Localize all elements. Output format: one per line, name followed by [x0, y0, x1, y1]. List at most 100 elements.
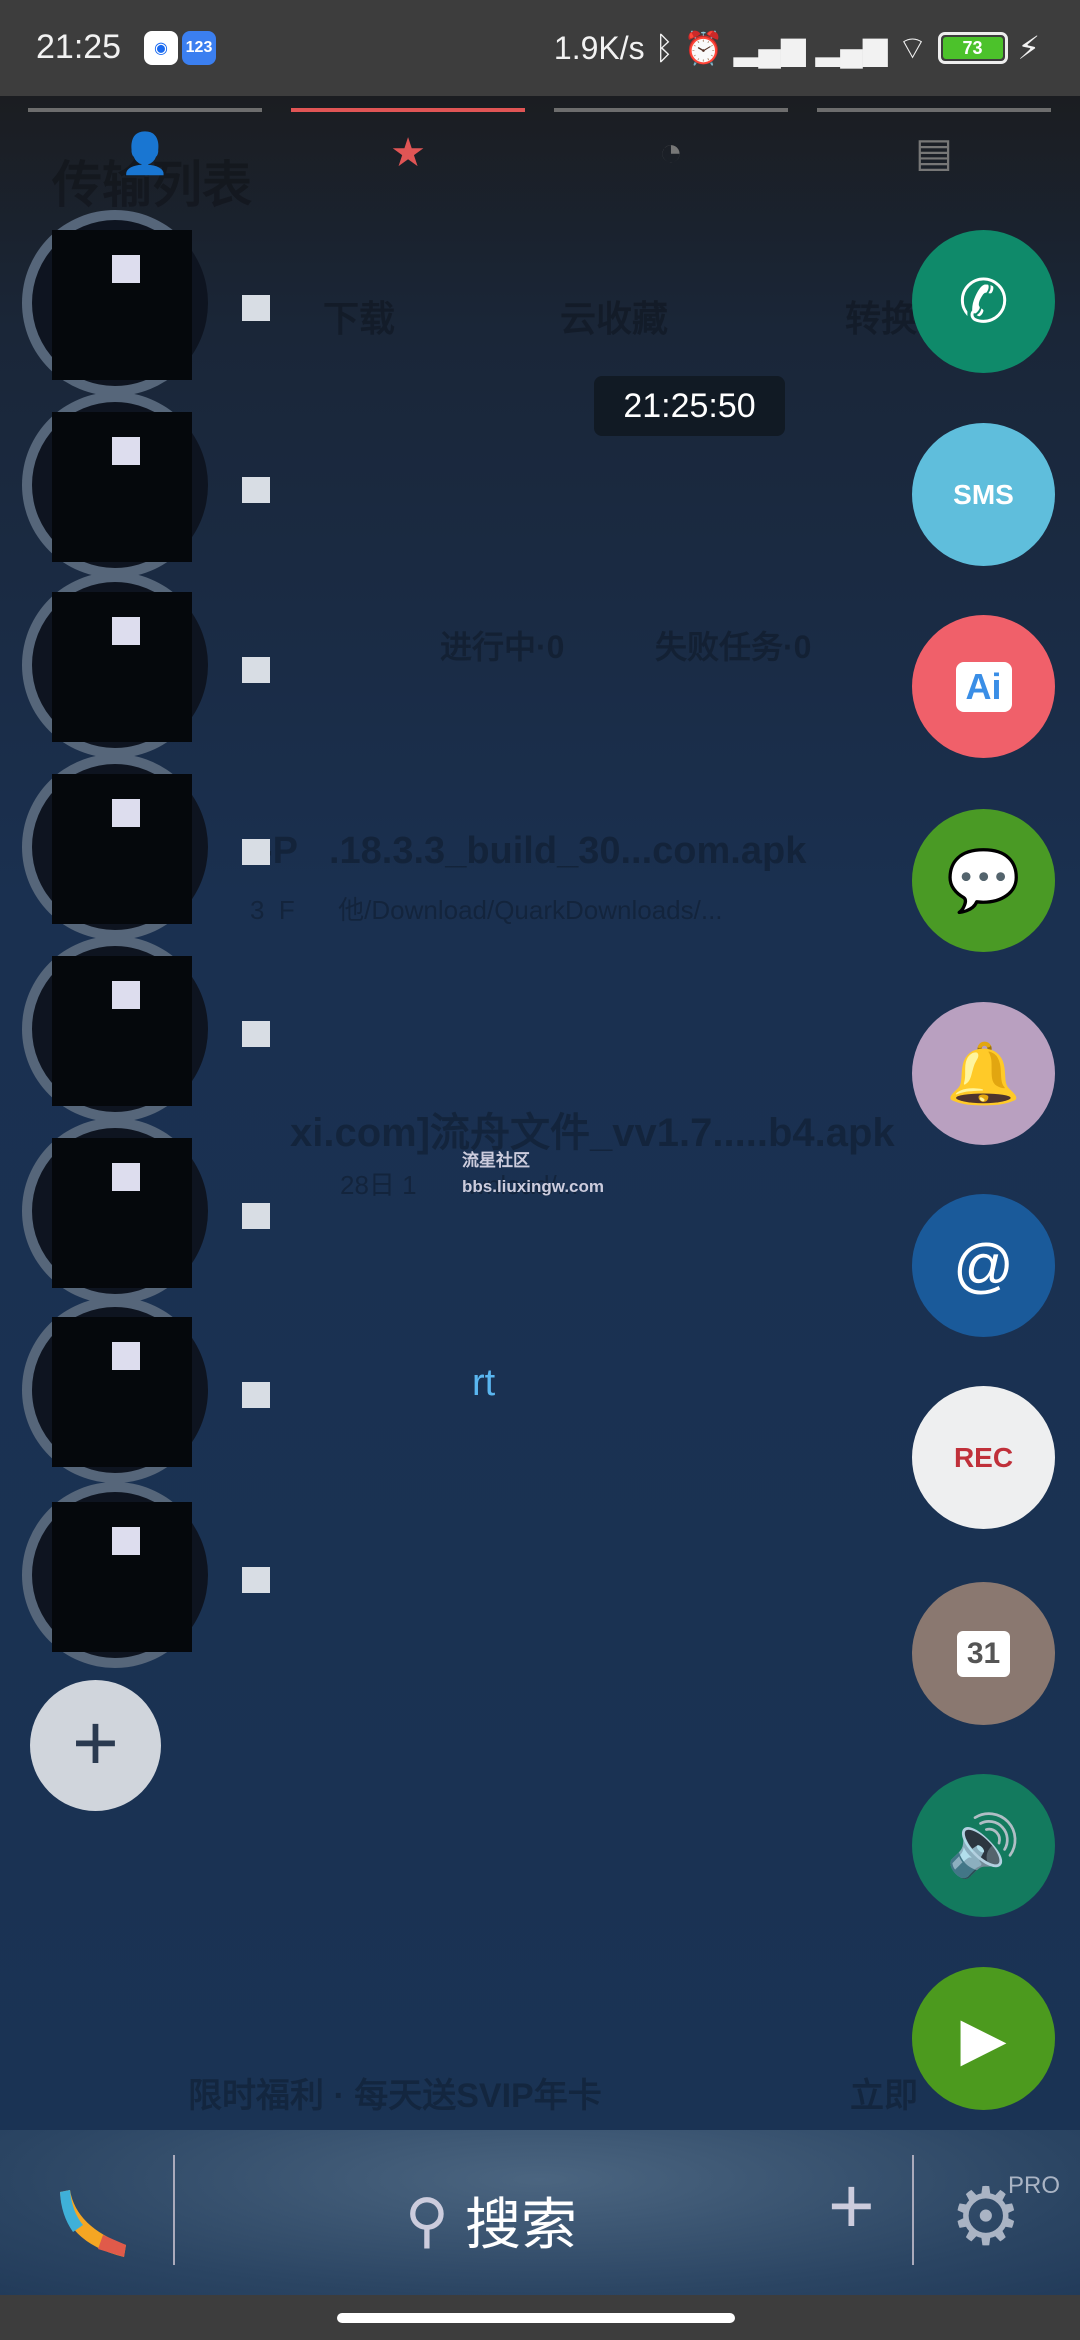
- pixel-block: [242, 295, 270, 321]
- divider: [912, 2155, 914, 2265]
- tab-favorites[interactable]: ★: [378, 130, 438, 180]
- wechat-button[interactable]: 💬: [912, 809, 1055, 952]
- pixelated-avatar: [52, 1317, 192, 1467]
- tab-indicator: [28, 108, 262, 112]
- phone-icon: ✆: [958, 267, 1009, 335]
- pixel-block: [242, 1567, 270, 1593]
- pixel-block: [242, 1382, 270, 1408]
- bg-chip: 进行中·0: [440, 629, 565, 665]
- pixelated-avatar: [52, 1502, 192, 1652]
- video-call-icon: ▶: [960, 2004, 1007, 2072]
- pixel-block: [242, 1203, 270, 1229]
- home-indicator[interactable]: [337, 2313, 735, 2323]
- video-call-button[interactable]: ▶: [912, 1967, 1055, 2110]
- clock-icon: ◔: [658, 130, 684, 174]
- net-speed: 1.9K/s: [553, 29, 645, 66]
- bg-tab: 转换: [845, 298, 918, 339]
- sms-button[interactable]: SMS: [912, 423, 1055, 566]
- call-recorder-icon: REC: [953, 1441, 1014, 1473]
- pixelated-avatar: [52, 956, 192, 1106]
- contact-item[interactable]: [22, 572, 422, 758]
- contact-item[interactable]: [22, 754, 422, 940]
- pixelated-avatar: [52, 412, 192, 562]
- charging-icon: ⚡: [1017, 30, 1040, 66]
- status-time: 21:25: [36, 28, 122, 66]
- add-contact-button[interactable]: +: [30, 1680, 161, 1811]
- add-button[interactable]: +: [828, 2160, 875, 2252]
- pixel-block: [242, 657, 270, 683]
- pixel-block: [242, 1021, 270, 1047]
- volume-button[interactable]: 🔊: [912, 1774, 1055, 1917]
- contact-label: rt: [472, 1362, 496, 1404]
- signal-icon: ▂▄▆: [733, 30, 806, 66]
- alarm-icon: ⏰: [683, 30, 724, 66]
- watermark-line2: bbs.liuxingw.com: [462, 1177, 604, 1196]
- sms-icon: SMS: [953, 478, 1014, 510]
- tab-recents[interactable]: ◔: [641, 130, 701, 180]
- bg-chip: 失败任务·0: [655, 629, 812, 665]
- bg-tab: 云收藏: [560, 298, 669, 339]
- gesture-bar: [0, 2295, 1080, 2340]
- phone-button[interactable]: ✆: [912, 230, 1055, 373]
- 123-icon: 123: [182, 31, 216, 65]
- divider: [173, 2155, 175, 2265]
- bottom-bar: ⚲ 搜索 + ⚙ PRO: [0, 2130, 1080, 2295]
- ai-button[interactable]: Ai: [912, 615, 1055, 758]
- pixelated-avatar: [52, 1138, 192, 1288]
- pixel-block: [112, 617, 140, 645]
- pixelated-avatar: [52, 230, 192, 380]
- search-button[interactable]: ⚲ 搜索: [405, 2180, 577, 2261]
- contact-item[interactable]: [22, 1482, 422, 1668]
- contact-item[interactable]: [22, 210, 422, 396]
- reminder-button[interactable]: 🔔: [912, 1002, 1055, 1145]
- bg-banner: 限时福利 · 每天送SVIP年卡: [188, 2077, 602, 2115]
- pixel-block: [112, 981, 140, 1009]
- pixel-block: [112, 1163, 140, 1191]
- watermark-line1: 流星社区: [462, 1151, 530, 1170]
- pro-badge: PRO: [1008, 2172, 1061, 2199]
- search-icon: ⚲: [405, 2186, 449, 2254]
- tab-contacts[interactable]: 👤: [115, 130, 175, 180]
- status-bar: 21:25 ◉ 123 1.9K/s ᛒ ⏰ ▂▄▆ ▂▄▆ ⌔ 73 ⚡: [0, 0, 1080, 96]
- pixel-block: [112, 1527, 140, 1555]
- email-icon: @: [953, 1232, 1014, 1299]
- calendar-button[interactable]: 31: [912, 1582, 1055, 1725]
- bg-banner-action: 立即: [850, 2077, 918, 2115]
- pixelated-avatar: [52, 592, 192, 742]
- pixel-block: [112, 437, 140, 465]
- search-label: 搜索: [464, 2193, 577, 2256]
- person-icon: 👤: [120, 132, 170, 176]
- pixel-block: [112, 255, 140, 283]
- contact-item[interactable]: [22, 392, 422, 578]
- pixelated-avatar: [52, 774, 192, 924]
- pixel-block: [112, 1342, 140, 1370]
- calendar-icon: 31: [956, 1630, 1011, 1677]
- tab-indicator-active: [291, 108, 525, 112]
- tab-indicator: [817, 108, 1051, 112]
- clock-toast: 21:25:50: [594, 376, 785, 436]
- volume-icon: 🔊: [946, 1812, 1021, 1879]
- pixel-block: [242, 477, 270, 503]
- pixel-block: [112, 799, 140, 827]
- contact-item[interactable]: [22, 1118, 422, 1304]
- reminder-icon: 🔔: [946, 1040, 1021, 1107]
- tab-store[interactable]: ▤: [904, 130, 964, 180]
- tab-indicator: [554, 108, 788, 112]
- app-logo-icon[interactable]: [58, 2187, 128, 2267]
- plus-icon: +: [72, 1698, 119, 1787]
- contact-item[interactable]: [22, 936, 422, 1122]
- watermark: 流星社区 bbs.liuxingw.com: [462, 1148, 604, 1200]
- star-icon: ★: [390, 131, 426, 175]
- wechat-icon: 💬: [946, 847, 1021, 914]
- call-recorder-button[interactable]: REC: [912, 1386, 1055, 1529]
- wifi-icon: ⌔: [897, 30, 928, 66]
- quark-icon: ◉: [144, 31, 178, 65]
- plus-icon: +: [828, 2161, 875, 2250]
- store-icon: ▤: [915, 131, 953, 175]
- contact-item[interactable]: rt: [22, 1297, 495, 1483]
- ai-icon: Ai: [955, 661, 1012, 712]
- battery-icon: 73: [937, 32, 1008, 64]
- pixel-block: [242, 839, 270, 865]
- signal-icon-2: ▂▄▆: [815, 30, 888, 66]
- email-button[interactable]: @: [912, 1194, 1055, 1337]
